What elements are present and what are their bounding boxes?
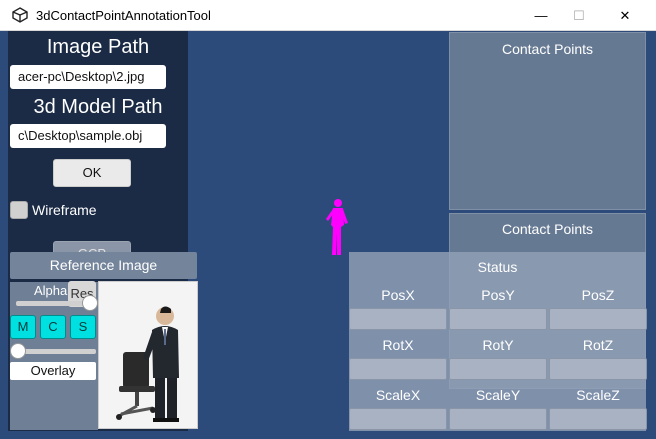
model-path-field[interactable]: c\Desktop\sample.obj [10, 124, 166, 148]
title-bar: 3dContactPointAnnotationTool — ☐ ✕ [0, 0, 656, 31]
res-slider-knob[interactable] [10, 343, 26, 359]
image-path-field[interactable]: acer-pc\Desktop\2.jpg [10, 65, 166, 89]
wireframe-checkbox[interactable] [10, 201, 28, 219]
maximize-button[interactable]: ☐ [556, 0, 602, 31]
image-path-heading: Image Path [46, 36, 150, 58]
model-path-heading: 3d Model Path [33, 96, 163, 118]
status-title: Status [477, 259, 518, 275]
3d-model-figure[interactable] [324, 197, 350, 257]
scalez-label: ScaleZ [576, 387, 620, 403]
scalex-field[interactable] [349, 408, 447, 430]
scalex-label: ScaleX [375, 387, 421, 403]
posy-label: PosY [481, 287, 515, 303]
unity-icon [12, 7, 28, 23]
posz-field[interactable] [549, 308, 647, 330]
reference-image-preview [98, 281, 198, 429]
reference-image-toggle[interactable]: Reference Image [10, 252, 197, 279]
window-title: 3dContactPointAnnotationTool [36, 8, 211, 23]
alpha-label: Alpha [34, 283, 68, 298]
scalez-field[interactable] [549, 408, 647, 430]
mode-button-s[interactable]: S [70, 315, 96, 339]
posy-field[interactable] [449, 308, 547, 330]
close-button[interactable]: ✕ [602, 0, 648, 31]
rotx-field[interactable] [349, 358, 447, 380]
posx-label: PosX [381, 287, 415, 303]
posx-field[interactable] [349, 308, 447, 330]
rotz-field[interactable] [549, 358, 647, 380]
posz-label: PosZ [581, 287, 615, 303]
mode-button-c[interactable]: C [40, 315, 66, 339]
res-slider-track[interactable] [16, 349, 96, 354]
status-panel: Status PosX PosY PosZ RotX RotY RotZ Sca… [349, 252, 647, 431]
contact-points-title: Contact Points [501, 221, 594, 237]
scaley-field[interactable] [449, 408, 547, 430]
roty-field[interactable] [449, 358, 547, 380]
mode-button-m[interactable]: M [10, 315, 36, 339]
contact-points-title: Contact Points [501, 41, 594, 57]
scene-viewport[interactable]: Image Path acer-pc\Desktop\2.jpg 3d Mode… [8, 31, 648, 431]
rotz-label: RotZ [582, 337, 614, 353]
scaley-label: ScaleY [475, 387, 521, 403]
overlay-button[interactable]: Overlay [10, 362, 96, 380]
roty-label: RotY [482, 337, 514, 353]
alpha-slider-knob[interactable] [82, 295, 98, 311]
wireframe-label: Wireframe [32, 202, 97, 218]
rotx-label: RotX [382, 337, 414, 353]
contact-points-panel: Contact Points [449, 32, 646, 210]
ok-button[interactable]: OK [53, 159, 131, 187]
